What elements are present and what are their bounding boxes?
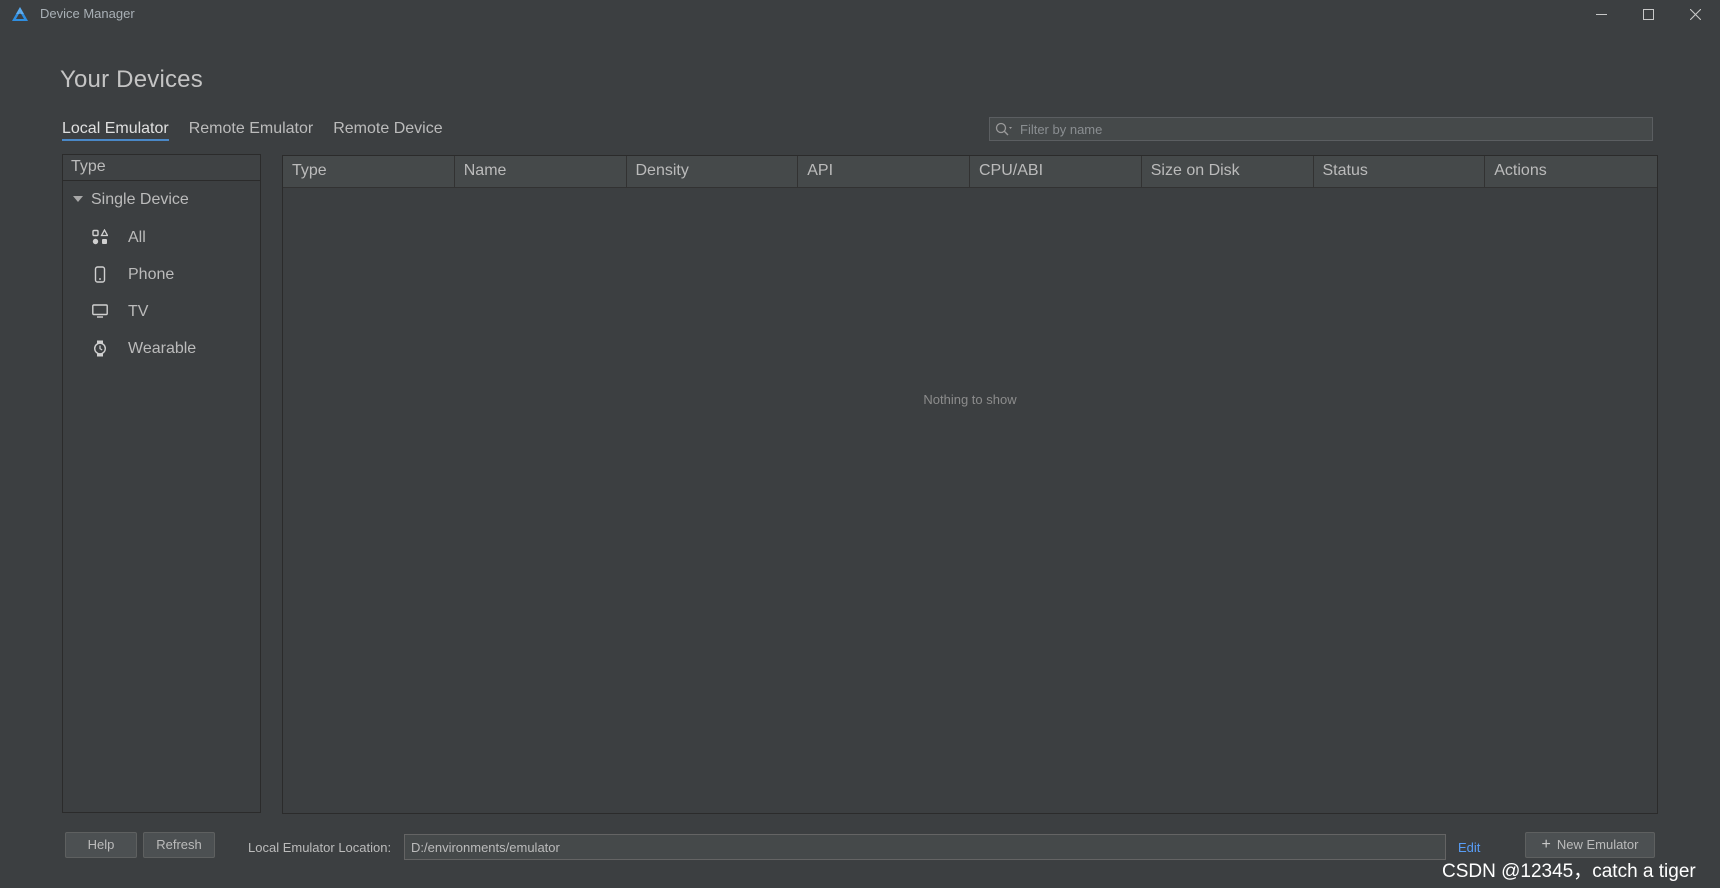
column-header-api[interactable]: API bbox=[798, 156, 970, 187]
minimize-icon bbox=[1595, 13, 1607, 15]
column-header-actions[interactable]: Actions bbox=[1485, 156, 1657, 187]
emulator-location-input[interactable] bbox=[405, 835, 1445, 859]
device-type-sidebar: Type Single Device All Phone TV Wearable bbox=[62, 154, 261, 813]
sidebar-group-single-device[interactable]: Single Device bbox=[63, 181, 260, 219]
tab-remote-emulator[interactable]: Remote Emulator bbox=[189, 120, 314, 141]
device-tabs: Local Emulator Remote Emulator Remote De… bbox=[62, 120, 463, 141]
sidebar-item-label: TV bbox=[128, 303, 149, 320]
close-icon bbox=[1689, 8, 1701, 20]
device-table: Type Name Density API CPU/ABI Size on Di… bbox=[282, 155, 1658, 814]
sidebar-item-tv[interactable]: TV bbox=[63, 293, 260, 330]
minimize-button[interactable] bbox=[1578, 2, 1624, 26]
sidebar-item-wearable[interactable]: Wearable bbox=[63, 330, 260, 367]
new-emulator-label: New Emulator bbox=[1556, 837, 1639, 852]
column-header-name[interactable]: Name bbox=[455, 156, 627, 187]
watermark-text: CSDN @12345，catch a tiger bbox=[1442, 861, 1696, 882]
search-icon bbox=[995, 122, 1012, 136]
tab-local-emulator[interactable]: Local Emulator bbox=[62, 120, 169, 141]
sidebar-header: Type bbox=[63, 155, 260, 181]
emulator-location-label: Local Emulator Location: bbox=[248, 840, 392, 855]
sidebar-group-label: Single Device bbox=[91, 191, 189, 208]
filter-input[interactable] bbox=[1020, 120, 1640, 138]
title-bar: Device Manager bbox=[0, 0, 1720, 28]
sidebar-item-label: Phone bbox=[128, 266, 175, 283]
app-logo-icon bbox=[12, 7, 28, 21]
sidebar-item-all[interactable]: All bbox=[63, 219, 260, 256]
plus-icon: + bbox=[1541, 836, 1551, 853]
sidebar-item-label: All bbox=[128, 229, 146, 246]
close-button[interactable] bbox=[1672, 2, 1718, 26]
maximize-icon bbox=[1642, 8, 1654, 20]
tv-icon bbox=[92, 304, 108, 318]
collapse-triangle-icon bbox=[73, 196, 83, 202]
column-header-size-on-disk[interactable]: Size on Disk bbox=[1142, 156, 1314, 187]
window-title: Device Manager bbox=[40, 6, 135, 21]
column-header-cpu-abi[interactable]: CPU/ABI bbox=[970, 156, 1142, 187]
page-title: Your Devices bbox=[60, 66, 203, 93]
table-header: Type Name Density API CPU/ABI Size on Di… bbox=[283, 156, 1657, 188]
phone-icon bbox=[94, 266, 106, 283]
sidebar-item-label: Wearable bbox=[128, 340, 197, 357]
filter-box bbox=[989, 117, 1653, 141]
all-devices-icon bbox=[92, 229, 108, 245]
emulator-location-field bbox=[404, 834, 1446, 860]
column-header-density[interactable]: Density bbox=[627, 156, 799, 187]
help-button[interactable]: Help bbox=[65, 832, 137, 858]
sidebar-item-phone[interactable]: Phone bbox=[63, 256, 260, 293]
column-header-status[interactable]: Status bbox=[1314, 156, 1486, 187]
watch-icon bbox=[93, 340, 107, 357]
maximize-button[interactable] bbox=[1625, 2, 1671, 26]
column-header-type[interactable]: Type bbox=[283, 156, 455, 187]
new-emulator-button[interactable]: + New Emulator bbox=[1525, 832, 1655, 858]
edit-location-link[interactable]: Edit bbox=[1458, 840, 1480, 855]
tab-remote-device[interactable]: Remote Device bbox=[333, 120, 442, 141]
empty-state-text: Nothing to show bbox=[923, 392, 1017, 407]
refresh-button[interactable]: Refresh bbox=[143, 832, 215, 858]
